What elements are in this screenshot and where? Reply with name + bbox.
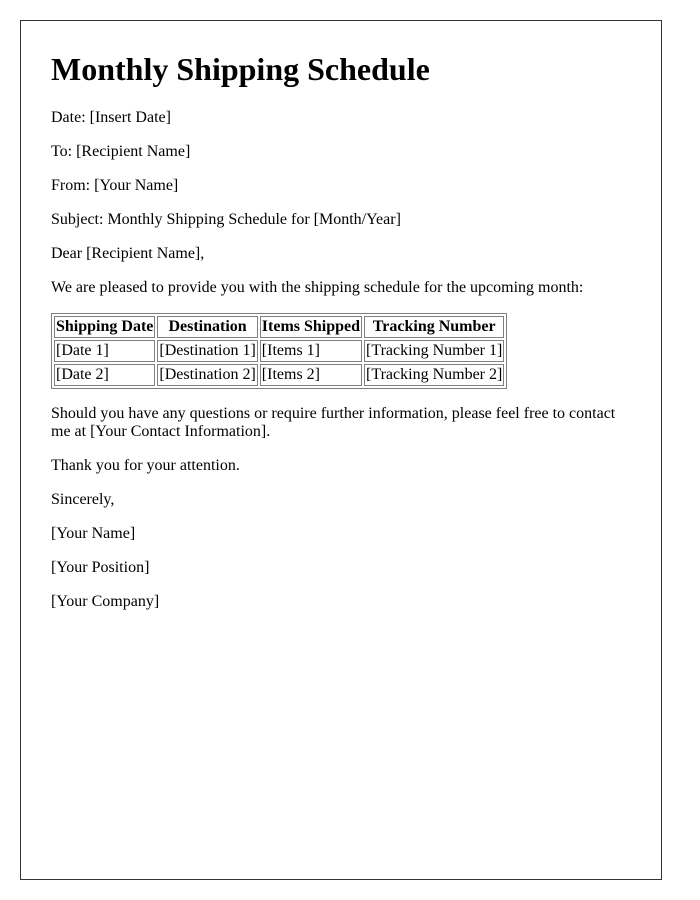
closing-line: Sincerely, (51, 491, 115, 508)
column-header-items-shipped: Items Shipped (259, 316, 363, 338)
salutation: Dear [Recipient Name], (51, 245, 205, 262)
cell-shipping-date: [Date 2] (54, 364, 156, 386)
shipping-schedule-table: Shipping Date Destination Items Shipped … (51, 313, 508, 389)
column-header-shipping-date: Shipping Date (54, 316, 156, 338)
cell-tracking-number: [Tracking Number 1] (364, 340, 505, 362)
table-row: [Date 1] [Destination 1] [Items 1] [Trac… (54, 340, 505, 362)
contact-paragraph: Should you have any questions or require… (51, 405, 616, 440)
column-header-destination: Destination (157, 316, 258, 338)
cell-items-shipped: [Items 1] (259, 340, 363, 362)
to-line: To: [Recipient Name] (51, 143, 191, 160)
page-title: Monthly Shipping Schedule (51, 51, 430, 87)
signature-name: [Your Name] (51, 525, 136, 542)
from-line: From: [Your Name] (51, 177, 179, 194)
table-header-row: Shipping Date Destination Items Shipped … (54, 316, 505, 338)
subject-line: Subject: Monthly Shipping Schedule for [… (51, 211, 401, 228)
signature-position: [Your Position] (51, 559, 150, 576)
cell-tracking-number: [Tracking Number 2] (364, 364, 505, 386)
column-header-tracking-number: Tracking Number (364, 316, 505, 338)
date-line: Date: [Insert Date] (51, 109, 171, 126)
table-row: [Date 2] [Destination 2] [Items 2] [Trac… (54, 364, 505, 386)
cell-items-shipped: [Items 2] (259, 364, 363, 386)
cell-shipping-date: [Date 1] (54, 340, 156, 362)
cell-destination: [Destination 1] (157, 340, 258, 362)
intro-paragraph: We are pleased to provide you with the s… (51, 279, 584, 296)
thanks-line: Thank you for your attention. (51, 457, 240, 474)
signature-company: [Your Company] (51, 593, 160, 610)
cell-destination: [Destination 2] (157, 364, 258, 386)
letter-page: Monthly Shipping Schedule Date: [Insert … (20, 20, 662, 880)
